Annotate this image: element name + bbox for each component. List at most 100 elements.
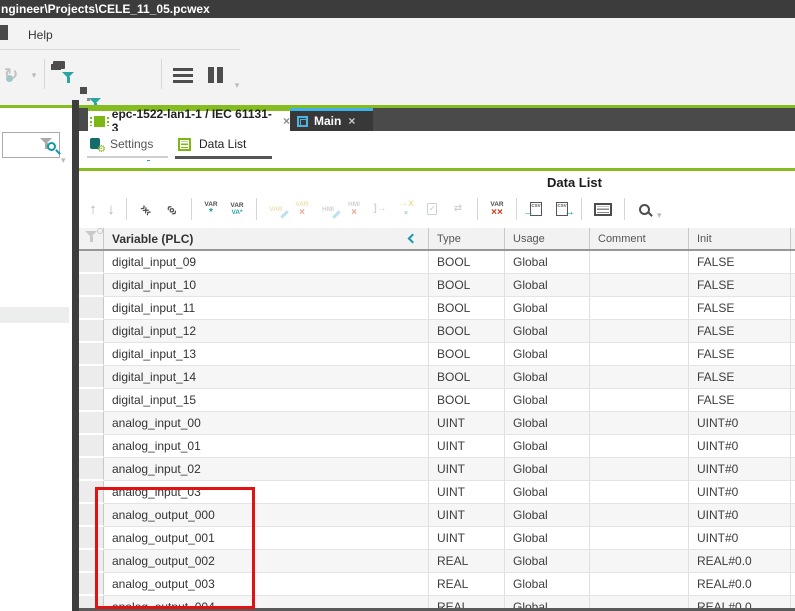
cell-type[interactable]: UINT [429,435,505,458]
search-icon[interactable] [632,195,656,223]
cell-usage[interactable]: Global [505,435,590,458]
table-row[interactable]: digital_input_14 BOOL Global FALSE [79,366,795,389]
cell-usage[interactable]: Global [505,573,590,596]
cell-variable[interactable]: analog_input_03 [104,481,429,504]
cell-variable[interactable]: digital_input_09 [104,251,429,274]
cell-type[interactable]: UINT [429,504,505,527]
export-csv-icon[interactable]: CSV → [550,195,574,223]
table-row[interactable]: digital_input_11 BOOL Global FALSE [79,297,795,320]
table-row[interactable]: analog_input_03 UINT Global UINT#0 [79,481,795,504]
row-header-cell[interactable] [79,573,104,596]
import-csv-icon[interactable]: CSV → [524,195,548,223]
table-row[interactable]: analog_output_002 REAL Global REAL#0.0 [79,550,795,573]
row-header-cell[interactable] [79,389,104,412]
table-row[interactable]: analog_output_003 REAL Global REAL#0.0 [79,573,795,596]
cell-comment[interactable] [590,412,689,435]
expand-all-icon[interactable]: «» [160,195,184,223]
row-header-cell[interactable] [79,504,104,527]
cell-type[interactable]: BOOL [429,251,505,274]
cell-init[interactable]: REAL#0.0 [689,550,791,573]
cell-comment[interactable] [590,274,689,297]
filter-device-icon[interactable] [51,59,75,85]
panel-selected-row[interactable] [0,307,69,323]
cell-init[interactable]: FALSE [689,297,791,320]
cell-variable[interactable]: digital_input_12 [104,320,429,343]
toolbar-dropdown-caret[interactable]: ▾ [231,69,243,101]
close-tab-icon[interactable]: × [348,114,355,128]
cell-type[interactable]: BOOL [429,343,505,366]
row-header-cell[interactable] [79,274,104,297]
column-header-usage[interactable]: Usage [505,228,590,249]
subtab-settings[interactable]: ⚙ Settings [90,131,153,157]
table-row[interactable]: analog_output_001 UINT Global UINT#0 [79,527,795,550]
cell-comment[interactable] [590,389,689,412]
cell-comment[interactable] [590,343,689,366]
cell-usage[interactable]: Global [505,481,590,504]
column-view-icon[interactable] [203,59,227,91]
column-header-variable[interactable]: Variable (PLC) [104,228,429,249]
cell-variable[interactable]: analog_output_000 [104,504,429,527]
cell-usage[interactable]: Global [505,274,590,297]
cell-init[interactable]: UINT#0 [689,412,791,435]
cell-comment[interactable] [590,481,689,504]
cell-variable[interactable]: digital_input_13 [104,343,429,366]
cell-type[interactable]: BOOL [429,366,505,389]
cell-variable[interactable]: analog_output_003 [104,573,429,596]
add-variable-icon[interactable]: VAR * [199,195,223,223]
cell-comment[interactable] [590,458,689,481]
cell-init[interactable]: FALSE [689,389,791,412]
panel-splitter[interactable] [72,100,79,611]
cell-init[interactable]: FALSE [689,274,791,297]
row-header-cell[interactable] [79,481,104,504]
collapse-all-icon[interactable]: »« [134,195,158,223]
row-header-cell[interactable] [79,412,104,435]
cell-init[interactable]: FALSE [689,251,791,274]
row-header-cell[interactable] [79,320,104,343]
cell-comment[interactable] [590,504,689,527]
column-header-type[interactable]: Type [429,228,505,249]
cell-init[interactable]: UINT#0 [689,504,791,527]
close-tab-icon[interactable]: × [283,114,290,128]
list-view-icon[interactable] [170,59,196,91]
cell-type[interactable]: BOOL [429,297,505,320]
table-row[interactable]: analog_output_000 UINT Global UINT#0 [79,504,795,527]
row-header-cell[interactable] [79,550,104,573]
cell-init[interactable]: UINT#0 [689,435,791,458]
cell-usage[interactable]: Global [505,504,590,527]
cell-comment[interactable] [590,550,689,573]
cell-comment[interactable] [590,366,689,389]
cell-comment[interactable] [590,251,689,274]
cell-usage[interactable]: Global [505,366,590,389]
search-dropdown-caret[interactable]: ▾ [61,156,66,165]
cell-comment[interactable] [590,527,689,550]
cell-variable[interactable]: digital_input_11 [104,297,429,320]
table-row[interactable]: digital_input_12 BOOL Global FALSE [79,320,795,343]
cell-init[interactable]: UINT#0 [689,481,791,504]
cell-init[interactable]: UINT#0 [689,527,791,550]
cell-type[interactable]: BOOL [429,389,505,412]
cell-type[interactable]: UINT [429,412,505,435]
filter-rows-icon[interactable] [79,228,104,249]
cell-type[interactable]: REAL [429,550,505,573]
cell-init[interactable]: REAL#0.0 [689,573,791,596]
add-multiple-variables-icon[interactable]: VAR VA* [225,195,249,223]
cell-type[interactable]: BOOL [429,274,505,297]
cell-variable[interactable]: analog_output_002 [104,550,429,573]
row-header-cell[interactable] [79,297,104,320]
table-row[interactable]: analog_input_02 UINT Global UINT#0 [79,458,795,481]
cell-usage[interactable]: Global [505,389,590,412]
menu-help[interactable]: Help [28,28,53,42]
cell-usage[interactable]: Global [505,251,590,274]
cell-usage[interactable]: Global [505,412,590,435]
collapse-column-icon[interactable] [408,234,418,244]
table-row[interactable]: digital_input_15 BOOL Global FALSE [79,389,795,412]
cell-init[interactable]: UINT#0 [689,458,791,481]
cell-variable[interactable]: digital_input_10 [104,274,429,297]
cell-usage[interactable]: Global [505,320,590,343]
cell-variable[interactable]: analog_input_02 [104,458,429,481]
cell-comment[interactable] [590,320,689,343]
cell-init[interactable]: FALSE [689,366,791,389]
table-row[interactable]: digital_input_10 BOOL Global FALSE [79,274,795,297]
tab-device[interactable]: epc-1522-lan1-1 / IEC 61131-3 × [88,108,290,131]
row-header-cell[interactable] [79,366,104,389]
